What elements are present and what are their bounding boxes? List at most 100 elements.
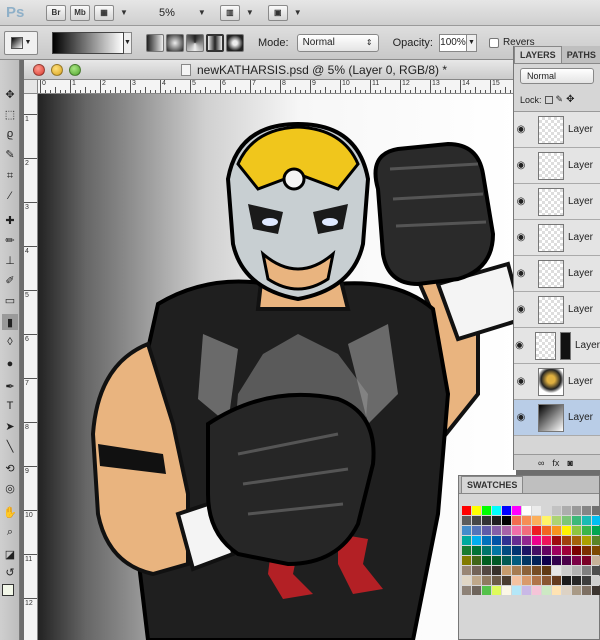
color-swatch[interactable]	[562, 586, 571, 595]
diamond-gradient-button[interactable]	[226, 33, 244, 52]
eyedropper-tool-icon[interactable]: ⁄	[2, 188, 18, 204]
color-swatch[interactable]	[482, 556, 491, 565]
color-swatch[interactable]	[582, 556, 591, 565]
color-swatch[interactable]	[582, 506, 591, 515]
visibility-eye-icon[interactable]: ◉	[514, 232, 528, 243]
visibility-eye-icon[interactable]: ◉	[514, 376, 528, 387]
color-swatch[interactable]	[572, 506, 581, 515]
shape-tool-icon[interactable]: ╲	[2, 438, 18, 454]
visibility-eye-icon[interactable]: ◉	[514, 412, 528, 423]
screen-mode-icon[interactable]: ▣	[267, 4, 288, 21]
color-swatch[interactable]	[522, 536, 531, 545]
color-swatch[interactable]	[542, 506, 551, 515]
color-swatch[interactable]	[492, 536, 501, 545]
color-swatch[interactable]	[522, 526, 531, 535]
color-swatch[interactable]	[562, 516, 571, 525]
color-swatch[interactable]	[582, 576, 591, 585]
color-swatch[interactable]	[572, 586, 581, 595]
mode-select[interactable]: Normal ⇕	[296, 33, 379, 52]
brush-tool-icon[interactable]: ✏	[2, 232, 18, 248]
add-mask-icon[interactable]: ◙	[567, 458, 572, 468]
color-swatch[interactable]	[512, 536, 521, 545]
color-swatch[interactable]	[552, 536, 561, 545]
layer-row[interactable]: ◉ Layer	[514, 148, 600, 184]
color-swatch[interactable]	[542, 536, 551, 545]
color-swatch[interactable]	[552, 506, 561, 515]
color-swatch[interactable]	[542, 586, 551, 595]
color-swatch[interactable]	[482, 536, 491, 545]
move-tool-icon[interactable]: ✥	[2, 86, 18, 102]
color-swatch[interactable]	[502, 516, 511, 525]
color-swatch[interactable]	[502, 506, 511, 515]
color-swatch[interactable]	[462, 546, 471, 555]
color-swatch[interactable]	[522, 506, 531, 515]
color-swatch[interactable]	[482, 506, 491, 515]
color-swatch[interactable]	[542, 546, 551, 555]
tab-paths[interactable]: PATHS	[562, 47, 600, 63]
color-swatch[interactable]	[552, 526, 561, 535]
color-swatch[interactable]	[472, 526, 481, 535]
color-swatch[interactable]	[562, 546, 571, 555]
color-swatch[interactable]	[522, 576, 531, 585]
color-swatch[interactable]	[592, 556, 600, 565]
color-swatch[interactable]	[512, 516, 521, 525]
color-swatch[interactable]	[582, 526, 591, 535]
color-swatch[interactable]	[482, 576, 491, 585]
zoom-level[interactable]: 5%	[142, 7, 192, 19]
color-swatch[interactable]	[522, 586, 531, 595]
view-extras-icon[interactable]: ▦	[94, 4, 114, 21]
color-swatch[interactable]	[492, 586, 501, 595]
color-swatch[interactable]	[542, 516, 551, 525]
color-swatch[interactable]	[572, 546, 581, 555]
color-swatch[interactable]	[532, 536, 541, 545]
color-swatch[interactable]	[472, 556, 481, 565]
color-swatch[interactable]	[532, 546, 541, 555]
minimize-window-button[interactable]	[51, 63, 63, 76]
color-swatch[interactable]	[592, 566, 600, 575]
close-window-button[interactable]	[33, 63, 45, 76]
color-swatch[interactable]	[512, 556, 521, 565]
zoom-window-button[interactable]	[69, 63, 81, 76]
color-swatch[interactable]	[512, 526, 521, 535]
visibility-eye-icon[interactable]: ◉	[514, 124, 528, 135]
color-swatch[interactable]	[532, 526, 541, 535]
horizontal-ruler[interactable]: 0 1 2 3 4 5 6 7 8 9 10 11 12 13 14 15	[38, 80, 516, 94]
color-swatch[interactable]	[542, 566, 551, 575]
color-swatch[interactable]	[552, 546, 561, 555]
color-swatch[interactable]	[472, 576, 481, 585]
color-swatch[interactable]	[582, 566, 591, 575]
color-swatch[interactable]	[502, 566, 511, 575]
visibility-eye-icon[interactable]: ◉	[514, 196, 528, 207]
color-swatch[interactable]	[462, 556, 471, 565]
color-swatch[interactable]	[562, 506, 571, 515]
color-swatch[interactable]	[572, 536, 581, 545]
color-swatch[interactable]	[472, 586, 481, 595]
color-swatch[interactable]	[542, 556, 551, 565]
lasso-tool-icon[interactable]: ϱ	[2, 126, 18, 142]
blur-tool-icon[interactable]: ◊	[2, 334, 18, 350]
document-canvas[interactable]	[38, 94, 516, 640]
opacity-chevron-icon[interactable]: ▼	[466, 33, 477, 52]
color-swatch[interactable]	[532, 576, 541, 585]
color-swatch[interactable]	[532, 566, 541, 575]
color-swatch[interactable]	[592, 516, 600, 525]
color-swatch[interactable]	[482, 586, 491, 595]
color-swatch[interactable]	[462, 576, 471, 585]
color-swatch[interactable]	[592, 546, 600, 555]
tab-swatches[interactable]: SWATCHES	[461, 476, 524, 493]
color-swatch[interactable]	[582, 546, 591, 555]
color-swatch[interactable]	[472, 546, 481, 555]
color-swatch[interactable]	[532, 586, 541, 595]
layer-row[interactable]: ◉ Layer	[514, 220, 600, 256]
gradient-editor-swatch[interactable]	[52, 31, 124, 54]
color-swatch[interactable]	[592, 576, 600, 585]
color-swatch[interactable]	[592, 526, 600, 535]
zoom-tool-icon[interactable]: ⌕	[2, 524, 18, 540]
color-swatch[interactable]	[592, 506, 600, 515]
launch-minibridge-button[interactable]: Mb	[70, 4, 90, 21]
layer-mask-thumbnail[interactable]	[559, 331, 571, 360]
color-swatch[interactable]	[522, 566, 531, 575]
tab-layers[interactable]: LAYERS	[514, 46, 562, 63]
visibility-eye-icon[interactable]: ◉	[514, 268, 528, 279]
color-swatch[interactable]	[582, 516, 591, 525]
